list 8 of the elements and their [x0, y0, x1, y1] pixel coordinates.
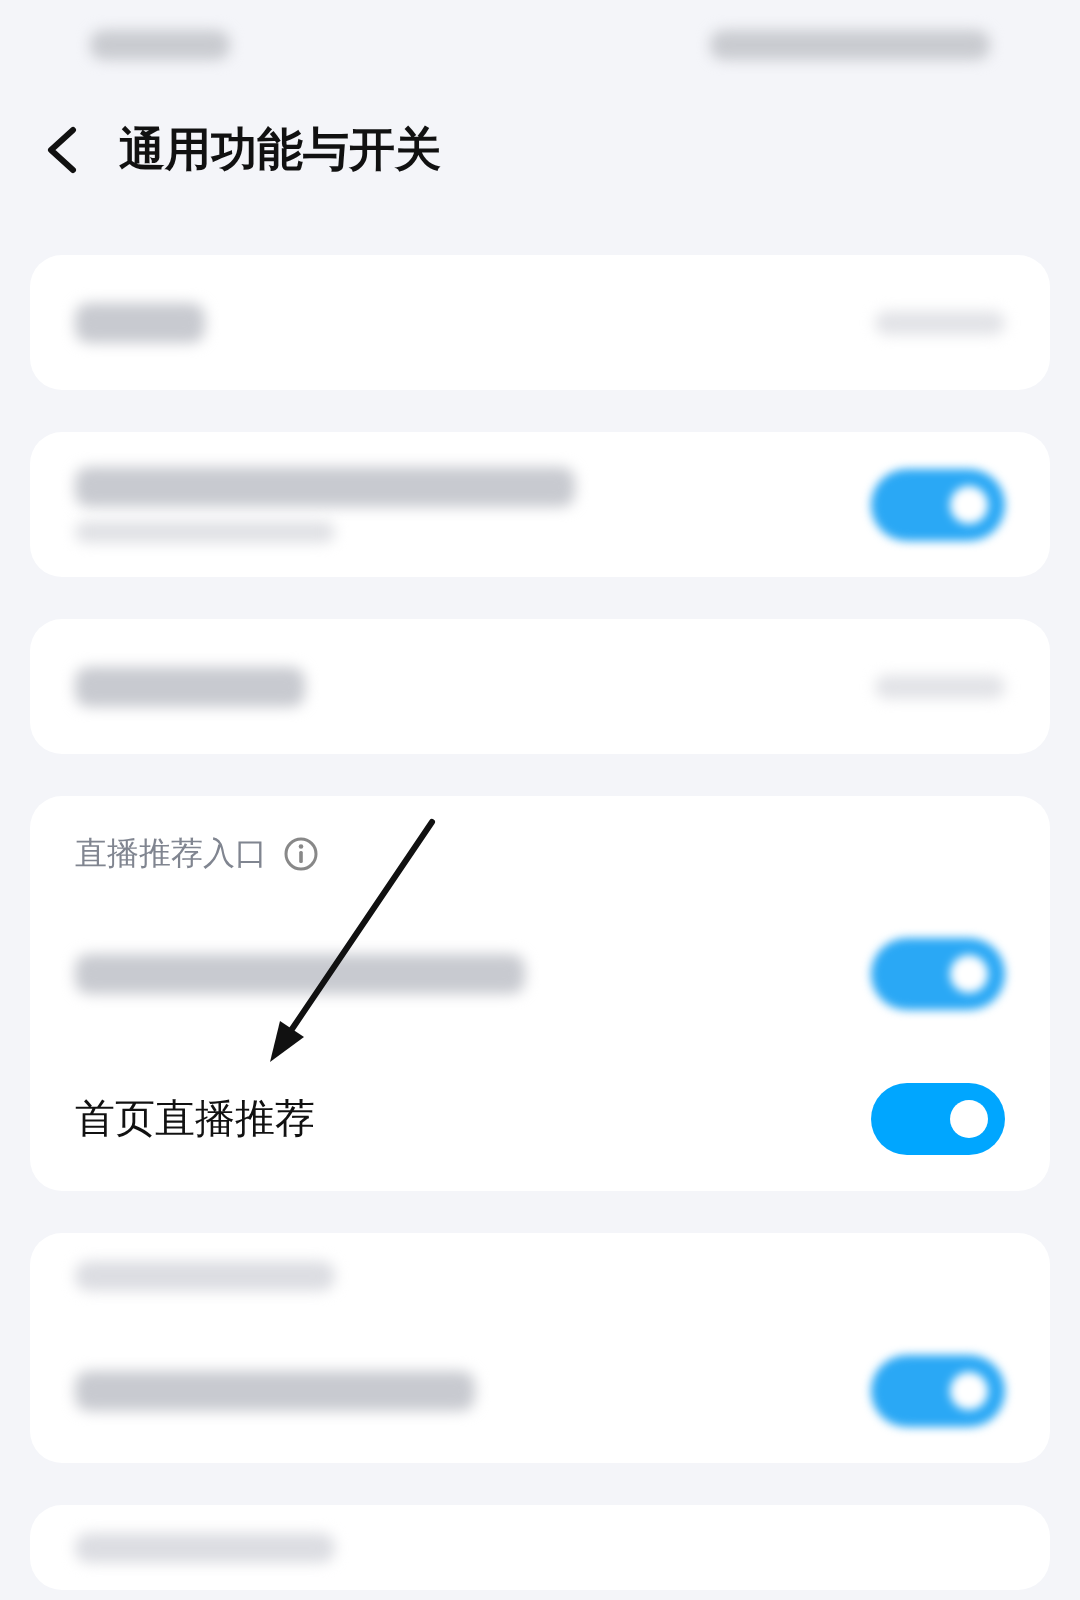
toggle-switch[interactable] — [871, 468, 1005, 541]
toggle-switch[interactable] — [871, 937, 1005, 1010]
toggle-switch[interactable] — [871, 1354, 1005, 1427]
setting-label: 首页直播推荐 — [75, 1094, 315, 1143]
section-title: 直播推荐入口 — [75, 832, 267, 874]
info-icon[interactable] — [283, 835, 319, 872]
back-icon[interactable] — [45, 126, 79, 174]
page-title: 通用功能与开关 — [119, 121, 441, 178]
